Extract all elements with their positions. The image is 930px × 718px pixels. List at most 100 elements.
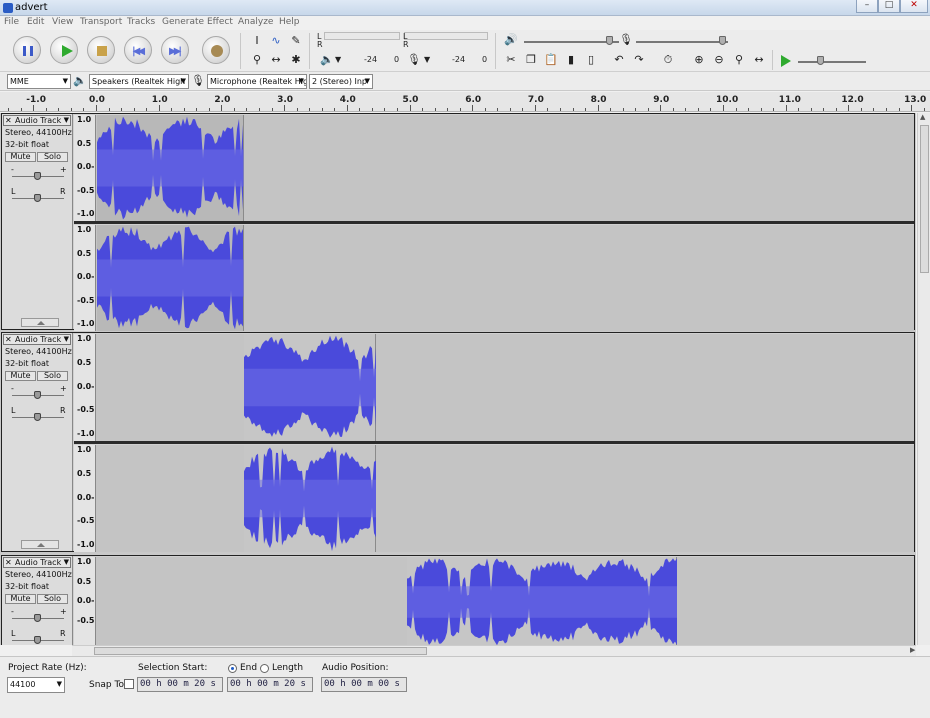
audio-clip[interactable] (407, 557, 678, 645)
pan-slider-thumb[interactable] (34, 413, 41, 421)
track-name-menu[interactable]: ✕ Audio Track ▼ (3, 334, 71, 345)
snap-to-checkbox[interactable] (124, 679, 134, 689)
audio-host-select[interactable]: MME ▼ (7, 74, 71, 89)
skip-start-button[interactable]: |◀◀ (124, 36, 152, 64)
envelope-tool-icon[interactable]: ∿ (268, 33, 284, 49)
input-volume-thumb[interactable] (719, 36, 726, 45)
copy-icon[interactable]: ❐ (523, 52, 539, 68)
silence-icon[interactable]: ▯ (583, 52, 599, 68)
audio-clip[interactable] (97, 115, 245, 221)
microphone-icon[interactable]: 🎙 (406, 52, 422, 68)
speaker-icon[interactable]: 🔈 (319, 52, 335, 68)
menu-effect[interactable]: Effect (207, 17, 233, 27)
minimize-button[interactable]: – (856, 0, 878, 13)
skip-end-button[interactable]: ▶▶| (161, 36, 189, 64)
fit-project-icon[interactable]: ↔ (751, 52, 767, 68)
menu-view[interactable]: View (52, 17, 73, 27)
audio-position-field[interactable]: 00 h 00 m 00 s (321, 677, 407, 692)
audio-channel[interactable] (96, 334, 914, 441)
amplitude-ruler[interactable]: 1.0 0.5 0.0- -0.5 -1.0 (74, 225, 96, 331)
sync-lock-icon[interactable]: ⏱ (660, 52, 676, 68)
undo-icon[interactable]: ↶ (611, 52, 627, 68)
audio-track[interactable]: ✕ Audio Track ▼ Stereo, 44100Hz 32-bit f… (1, 113, 915, 331)
gain-slider-thumb[interactable] (34, 391, 41, 399)
audio-clip[interactable] (244, 445, 377, 552)
pan-slider-thumb[interactable] (34, 636, 41, 644)
cut-icon[interactable]: ✂ (503, 52, 519, 68)
maximize-button[interactable]: □ (878, 0, 900, 13)
play-button[interactable] (50, 36, 78, 64)
play-speed-slider[interactable] (798, 61, 866, 63)
mute-button[interactable]: Mute (5, 152, 36, 162)
timeshift-tool-icon[interactable]: ↔ (268, 52, 284, 68)
track-name-menu[interactable]: ✕ Audio Track ▼ (3, 557, 71, 568)
input-volume-slider[interactable] (636, 41, 728, 43)
stop-button[interactable] (87, 36, 115, 64)
scroll-up-icon[interactable]: ▲ (920, 113, 925, 121)
menu-help[interactable]: Help (279, 17, 300, 27)
menu-generate[interactable]: Generate (162, 17, 204, 27)
amplitude-ruler[interactable]: 1.0 0.5 0.0- -0.5 -1.0 (74, 334, 96, 441)
timeline-ruler[interactable]: -1.0 0.0 1.0 2.0 3.0 4.0 5.0 6.0 7.0 8.0 9.0 10.0 11… (0, 92, 930, 112)
project-rate-select[interactable]: 44100 ▼ (7, 677, 65, 693)
play-at-speed-icon[interactable] (781, 55, 791, 67)
track-name-menu[interactable]: ✕ Audio Track ▼ (3, 115, 71, 126)
gain-slider-thumb[interactable] (34, 172, 41, 180)
zoom-in-icon[interactable]: ⊕ (691, 52, 707, 68)
menu-edit[interactable]: Edit (27, 17, 44, 27)
selection-tool-icon[interactable]: I (249, 33, 265, 49)
fit-selection-icon[interactable]: ⚲ (731, 52, 747, 68)
input-device-select[interactable]: Microphone (Realtek Hig ▼ (207, 74, 307, 89)
close-track-icon[interactable]: ✕ (5, 116, 12, 125)
close-track-icon[interactable]: ✕ (5, 335, 12, 344)
playback-meter[interactable] (324, 32, 400, 40)
record-meter[interactable] (404, 32, 488, 40)
pause-button[interactable] (13, 36, 41, 64)
length-radio[interactable] (260, 664, 269, 673)
close-track-icon[interactable]: ✕ (5, 558, 12, 567)
amplitude-ruler[interactable]: 1.0 0.5 0.0- -0.5 (74, 557, 96, 645)
selection-start-field[interactable]: 00 h 00 m 20 s (137, 677, 223, 692)
audio-channel[interactable] (96, 557, 914, 645)
horizontal-scroll-thumb[interactable] (94, 647, 427, 655)
record-menu-arrow[interactable]: ▼ (424, 55, 430, 64)
audio-channel[interactable] (96, 225, 914, 331)
mute-button[interactable]: Mute (5, 594, 36, 604)
horizontal-scrollbar[interactable]: ▶ (72, 645, 916, 656)
output-volume-slider[interactable] (524, 41, 619, 43)
audio-clip[interactable] (97, 225, 245, 331)
audio-channel[interactable] (96, 115, 914, 221)
audio-channel[interactable] (96, 445, 914, 552)
output-device-select[interactable]: Speakers (Realtek High ▼ (89, 74, 189, 89)
scroll-right-icon[interactable]: ▶ (910, 646, 915, 654)
solo-button[interactable]: Solo (37, 594, 68, 604)
selection-end-field[interactable]: 00 h 00 m 20 s (227, 677, 313, 692)
pan-slider-thumb[interactable] (34, 194, 41, 202)
collapse-track-button[interactable] (21, 318, 59, 327)
trim-icon[interactable]: ▮ (563, 52, 579, 68)
solo-button[interactable]: Solo (37, 371, 68, 381)
zoom-out-icon[interactable]: ⊖ (711, 52, 727, 68)
amplitude-ruler[interactable]: 1.0 0.5 0.0- -0.5 -1.0 (74, 115, 96, 221)
amplitude-ruler[interactable]: 1.0 0.5 0.0- -0.5 -1.0 (74, 445, 96, 552)
audio-track[interactable]: ✕ Audio Track ▼ Stereo, 44100Hz 32-bit f… (1, 332, 915, 552)
collapse-track-button[interactable] (21, 540, 59, 549)
menu-transport[interactable]: Transport (80, 17, 122, 27)
end-radio[interactable] (228, 664, 237, 673)
close-button[interactable]: ✕ (900, 0, 928, 13)
input-channels-select[interactable]: 2 (Stereo) Inp ▼ (309, 74, 373, 89)
mute-button[interactable]: Mute (5, 371, 36, 381)
paste-icon[interactable]: 📋 (543, 52, 559, 68)
zoom-tool-icon[interactable]: ⚲ (249, 52, 265, 68)
record-button[interactable] (202, 36, 230, 64)
vertical-scroll-thumb[interactable] (920, 125, 929, 273)
output-volume-thumb[interactable] (606, 36, 613, 45)
multi-tool-icon[interactable]: ✱ (288, 52, 304, 68)
audio-track[interactable]: ✕ Audio Track ▼ Stereo, 44100Hz 32-bit f… (1, 555, 915, 645)
solo-button[interactable]: Solo (37, 152, 68, 162)
draw-tool-icon[interactable]: ✎ (288, 33, 304, 49)
menu-file[interactable]: File (4, 17, 19, 27)
play-speed-thumb[interactable] (817, 56, 824, 65)
redo-icon[interactable]: ↷ (631, 52, 647, 68)
menu-analyze[interactable]: Analyze (238, 17, 273, 27)
